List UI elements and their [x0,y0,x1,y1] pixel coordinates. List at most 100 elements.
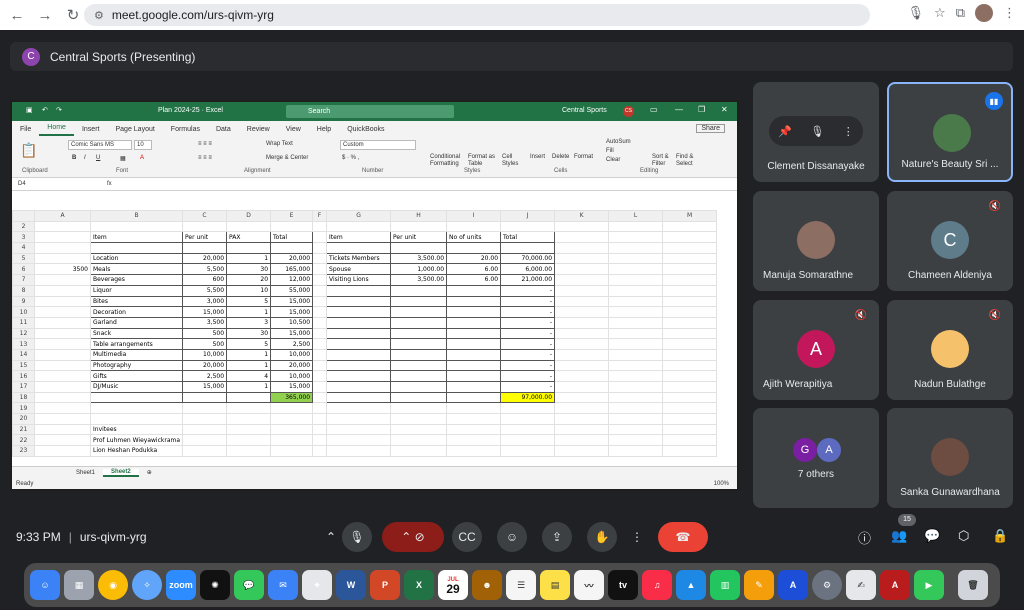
sheet-cell [662,220,718,233]
sheet-cell [226,423,272,436]
chat-icon[interactable]: 💬 [924,528,940,544]
mail-icon[interactable]: ✉ [268,570,298,600]
sheet-cell [662,284,718,297]
sheet-cell: 15,000 [270,327,314,340]
participant-tile-6[interactable]: 🔇 Nadun Bulathge [887,300,1013,400]
reload-icon[interactable]: ↻ [62,4,84,26]
reminders-icon[interactable]: ☰ [506,570,536,600]
sheet-cell [662,434,718,447]
microphone-icon[interactable]: 🎙 [908,5,925,21]
sheet-cell [554,295,610,308]
sheet-cell: 1 [226,252,272,265]
sheet-cell [270,402,314,415]
host-controls-icon[interactable]: 🔒 [992,528,1008,544]
excel-ribbon: 📋 Comic Sans MS 10 B I U ▦ A ≡ ≡ ≡ ≡ ≡ ≡… [12,136,737,178]
numbers-icon[interactable]: ▥ [710,570,740,600]
apple-tv-icon[interactable]: tv [608,570,638,600]
facetime-icon[interactable]: ▶ [914,570,944,600]
reactions-button[interactable]: ☺ [497,522,527,552]
participant-tile-3[interactable]: Manuja Somarathne [753,191,879,291]
meeting-details-icon[interactable]: ⓘ [858,528,871,547]
present-screen-button[interactable]: ⇪ [542,522,572,552]
camera-off-button[interactable]: ⌃ ⊘ [382,522,444,552]
participant-tile-5[interactable]: 🔇 A Ajith Werapitiya [753,300,879,400]
notes-icon[interactable]: ▤ [540,570,570,600]
site-settings-icon[interactable]: ⚙ [94,9,104,22]
sheet-cell [326,434,392,447]
column-header: F [312,210,328,222]
bookmark-star-icon[interactable]: ☆ [934,5,946,21]
sheet-cell: 1 [226,306,272,318]
finder-icon[interactable]: ☺ [30,570,60,600]
sheet-cell: 6.00 [446,263,502,276]
contacts-icon[interactable]: ☻ [472,570,502,600]
mic-icon[interactable]: 🎙 [810,125,824,138]
microphone-button[interactable]: 🎙 [342,522,372,552]
profile-avatar[interactable] [975,4,993,22]
maps-icon[interactable]: ⌖ [302,570,332,600]
sheet-cell [182,242,228,254]
back-icon[interactable]: ← [6,4,28,26]
macos-dock: ☺ ▦ ◉ ✧ zoom ✺ 💬 ✉ ⌖ W P X JUL 29 ☻ ☰ ▤ … [24,563,1000,607]
textedit-icon[interactable]: ✍ [846,570,876,600]
sheet-cell: 15,000 [270,295,314,308]
freeform-icon[interactable]: 〰 [574,570,604,600]
sheet-cell [662,327,718,340]
sheet-cell: 15,000 [270,306,314,318]
safari-icon[interactable]: ✧ [132,570,162,600]
keynote-icon[interactable]: ▲ [676,570,706,600]
pin-icon[interactable]: 📌 [778,125,792,138]
participant-tile-4[interactable]: 🔇 C Chameen Aldeniya [887,191,1013,291]
chatgpt-icon[interactable]: ✺ [200,570,230,600]
activities-icon[interactable]: ⬡ [958,528,969,544]
participant-tile-8[interactable]: Sanka Gunawardhana [887,408,1013,508]
captions-button[interactable]: CC [452,522,482,552]
messages-icon[interactable]: 💬 [234,570,264,600]
pages-icon[interactable]: ✎ [744,570,774,600]
sheet-cell [500,402,556,415]
word-icon[interactable]: W [336,570,366,600]
sheet-cell [554,423,610,436]
calendar-icon[interactable]: JUL 29 [438,570,468,600]
sheet-cell: Location [89,252,184,265]
raise-hand-button[interactable]: ✋ [587,522,617,552]
sheet-cell [608,274,664,286]
chrome-icon[interactable]: ◉ [98,570,128,600]
music-icon[interactable]: ♫ [642,570,672,600]
launchpad-icon[interactable]: ▦ [64,570,94,600]
sheet-cell: 20,000 [182,359,228,372]
participant-tile-others[interactable]: G A 7 others [753,408,879,508]
more-options-icon[interactable]: ⋮ [843,125,854,138]
zoom-app-icon[interactable]: zoom [166,570,196,600]
sheet-cell [662,359,718,372]
participant-tile-1[interactable]: 📌 🎙 ⋮ Clement Dissanayake [753,82,879,182]
browser-menu-icon[interactable]: ⋮ [1003,5,1016,21]
leave-call-button[interactable]: ☎ [658,522,708,552]
app-store-icon[interactable]: A [778,570,808,600]
acrobat-icon[interactable]: A [880,570,910,600]
forward-icon[interactable]: → [34,4,56,26]
participant-name: Nature's Beauty Sri ... [901,159,999,170]
name-box: D4 [18,181,26,187]
system-settings-icon[interactable]: ⚙ [812,570,842,600]
sheet-cell [390,284,448,297]
excel-icon[interactable]: X [404,570,434,600]
trash-icon[interactable]: 🗑 [958,570,988,600]
excel-menu-tabs: File Home Insert Page Layout Formulas Da… [12,121,737,136]
sheet-cell [500,220,556,233]
sheet-cell: - [500,338,556,350]
sheet-cell [662,295,718,308]
sheet-cell [662,316,718,329]
address-bar[interactable]: ⚙ meet.google.com/urs-qivm-yrg [84,4,870,26]
sheet-cell [390,359,448,372]
currency-icon: $ · % , [342,155,360,161]
table-row: 7 Beverages 600 20 12,000 Visiting Lions 3,500… [12,274,718,286]
more-options-button[interactable]: ⋮ [626,522,648,552]
sheet-cell [662,338,718,350]
sheet-cell [89,391,184,404]
excel-titlebar: ▣ ↶ ↷ Plan 2024-25 · Excel Search Centra… [12,102,737,121]
powerpoint-icon[interactable]: P [370,570,400,600]
people-icon[interactable]: 👥 [891,528,907,544]
participant-tile-2[interactable]: ▮▮ Nature's Beauty Sri ... [887,82,1013,182]
extensions-icon[interactable]: ⧉ [956,5,965,21]
